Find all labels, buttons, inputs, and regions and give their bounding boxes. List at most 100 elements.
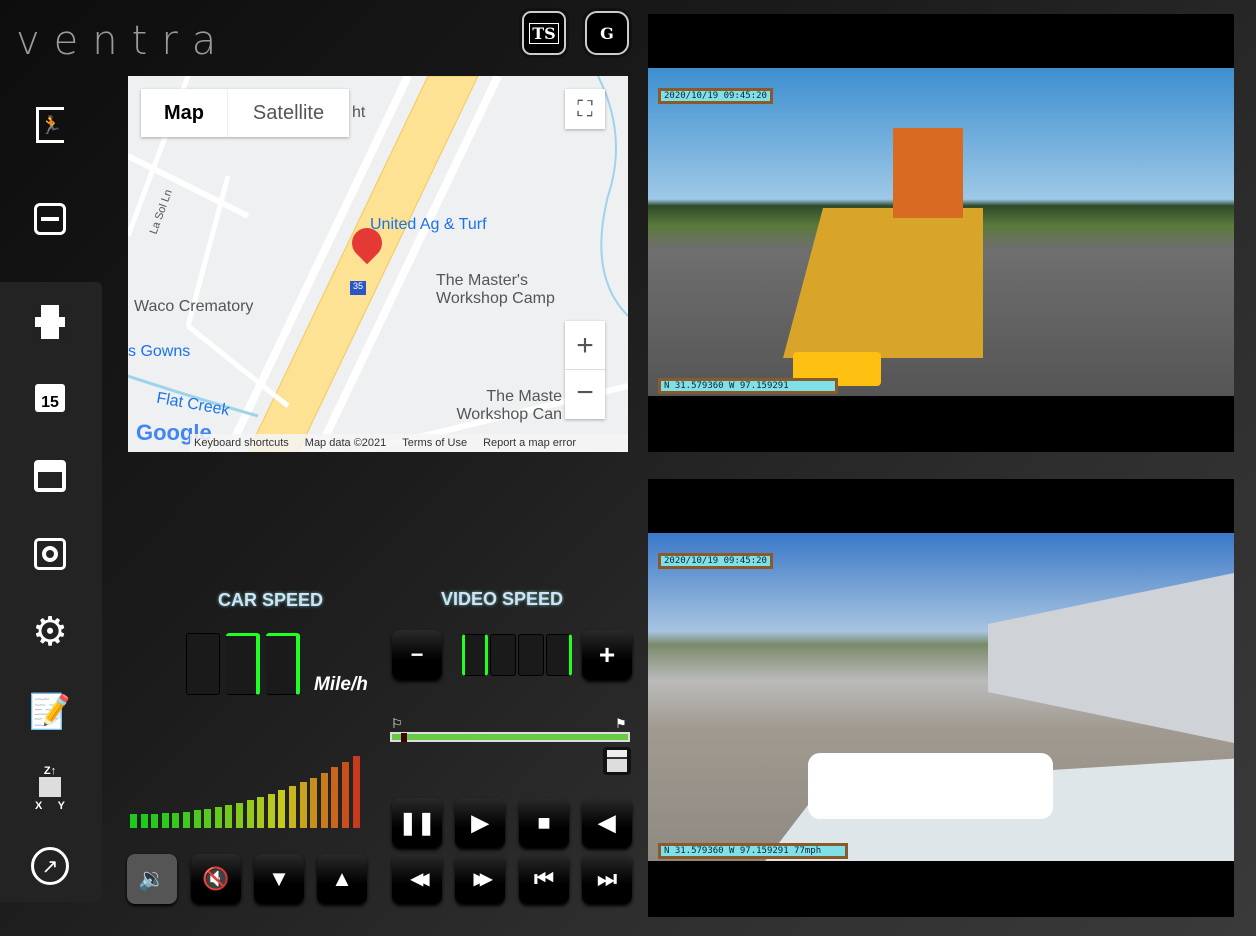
volume-bar	[257, 797, 265, 828]
fullscreen-button[interactable]: ⛶	[565, 89, 605, 129]
map-tab-satellite[interactable]: Satellite	[227, 89, 349, 137]
camera-2-timestamp: 2020/10/19 09:45:20	[658, 553, 773, 569]
sidebar-item-notes[interactable]: 📝	[0, 677, 100, 747]
volume-up-button[interactable]: ▲	[317, 854, 367, 904]
storage-icon	[34, 460, 66, 492]
play-button[interactable]: ▶	[455, 798, 505, 848]
camera-view-1[interactable]: 2020/10/19 09:45:20 N 31.579360 W 97.159…	[648, 14, 1234, 452]
reverse-play-button[interactable]: ◀	[582, 798, 632, 848]
map[interactable]: Map Satellite ht ⛶ + − United Ag & Turf …	[128, 76, 628, 452]
speed-up-button[interactable]: +	[582, 630, 632, 680]
zoom-controls: + −	[565, 321, 605, 419]
volume-bar	[183, 811, 190, 828]
camera-view-2[interactable]: 2020/10/19 09:45:20 N 31.579360 W 97.159…	[648, 479, 1234, 917]
compass-icon: ↗	[31, 847, 69, 885]
volume-bar	[193, 810, 201, 828]
sidebar-item-snapshot[interactable]	[0, 519, 100, 589]
volume-bar	[331, 767, 339, 828]
map-label: Waco Crematory	[134, 298, 254, 315]
terms-link[interactable]: Terms of Use	[402, 437, 467, 449]
volume-down-button[interactable]: ▼	[254, 854, 304, 904]
camera-icon	[34, 538, 66, 570]
keyboard-shortcuts-link[interactable]: Keyboard shortcuts	[194, 437, 289, 449]
volume-bar	[299, 782, 307, 828]
map-label: The Maste Workshop Can	[456, 388, 562, 423]
volume-bar	[172, 812, 180, 828]
speed-down-button[interactable]: −	[392, 630, 442, 680]
calendar-icon: 15	[35, 384, 65, 412]
ts-button[interactable]: TS	[522, 11, 566, 55]
sidebar-item-storage[interactable]	[0, 441, 100, 511]
volume-bar	[140, 813, 148, 828]
sidebar-item-compass[interactable]: ↗	[0, 831, 100, 901]
interstate-shield-icon: 35	[350, 281, 366, 295]
volume-bar	[246, 800, 254, 828]
sidebar-item-exit[interactable]: 🏃	[0, 90, 100, 160]
speed-unit: Mile/h	[314, 674, 368, 695]
video-speed-digit	[518, 634, 544, 676]
edit-icon: 📝	[28, 693, 72, 731]
minus-icon	[34, 203, 66, 235]
mute-button[interactable]: 🔇	[191, 854, 241, 904]
redaction-box	[808, 753, 1053, 819]
volume-bar	[225, 805, 233, 828]
speed-digit	[226, 633, 260, 695]
volume-bar	[214, 807, 222, 828]
map-label: United Ag & Turf	[370, 216, 487, 233]
speed-digit	[186, 633, 220, 695]
fast-forward-button[interactable]: ▶▶	[455, 854, 505, 904]
rewind-button[interactable]: ◀◀	[392, 854, 442, 904]
pause-button[interactable]: ❚❚	[392, 798, 442, 848]
sidebar-item-calendar[interactable]: 15	[0, 363, 100, 433]
camera-1-gps: N 31.579360 W 97.159291	[658, 378, 838, 394]
map-label: The Master's Workshop Camp	[436, 272, 555, 307]
volume-bar	[278, 790, 286, 828]
volume-bar	[342, 761, 349, 828]
map-tab-map[interactable]: Map	[141, 89, 227, 137]
report-error-link[interactable]: Report a map error	[483, 437, 576, 449]
volume-bar	[130, 814, 137, 828]
sidebar-item-minimize[interactable]	[0, 184, 100, 254]
volume-bar	[267, 793, 275, 828]
start-flag-icon: ⚐	[391, 716, 403, 731]
volume-meter[interactable]	[130, 756, 364, 828]
stop-button[interactable]: ■	[519, 798, 569, 848]
xyz-axis-icon: Z↑ X Y	[35, 764, 65, 812]
gear-icon: ⚙	[32, 610, 68, 654]
map-label: s Gowns	[128, 343, 191, 360]
volume-bar	[289, 786, 296, 828]
volume-bar	[236, 802, 243, 828]
camera-2-gps: N 31.579360 W 97.159291 77mph	[658, 843, 848, 859]
car-speed-title: CAR SPEED	[218, 590, 324, 610]
ventra-logo: ventra	[16, 18, 231, 64]
volume-bar	[204, 808, 212, 828]
map-data-text: Map data ©2021	[304, 437, 387, 449]
end-flag-icon: ⚑	[615, 716, 627, 731]
volume-bar	[320, 772, 328, 828]
next-button[interactable]: ⏭	[582, 854, 632, 904]
speaker-button[interactable]: 🔉	[127, 854, 177, 904]
save-clip-button[interactable]	[603, 747, 631, 775]
playback-slider[interactable]	[390, 732, 630, 742]
sidebar-item-gsensor[interactable]: Z↑ X Y	[0, 753, 100, 823]
save-icon	[607, 750, 627, 772]
volume-bar	[151, 813, 159, 828]
volume-bar	[161, 813, 169, 828]
video-speed-digit	[462, 634, 488, 676]
camera-2-video: 2020/10/19 09:45:20 N 31.579360 W 97.159…	[648, 533, 1234, 861]
film-icon	[35, 305, 65, 339]
speed-digit	[266, 633, 300, 695]
volume-bar	[352, 756, 360, 828]
map-label: ht	[352, 104, 366, 121]
camera-1-video: 2020/10/19 09:45:20 N 31.579360 W 97.159…	[648, 68, 1234, 396]
video-speed-digit	[490, 634, 516, 676]
sidebar-item-settings[interactable]: ⚙	[0, 597, 100, 667]
g-button[interactable]: G	[585, 11, 629, 55]
playback-slider-thumb[interactable]	[401, 733, 408, 742]
sidebar-item-video[interactable]	[0, 287, 100, 357]
zoom-in-button[interactable]: +	[565, 321, 605, 370]
zoom-out-button[interactable]: −	[565, 370, 605, 419]
video-speed-title: VIDEO SPEED	[441, 589, 564, 609]
volume-bar	[310, 777, 318, 828]
previous-button[interactable]: ⏮	[519, 854, 569, 904]
